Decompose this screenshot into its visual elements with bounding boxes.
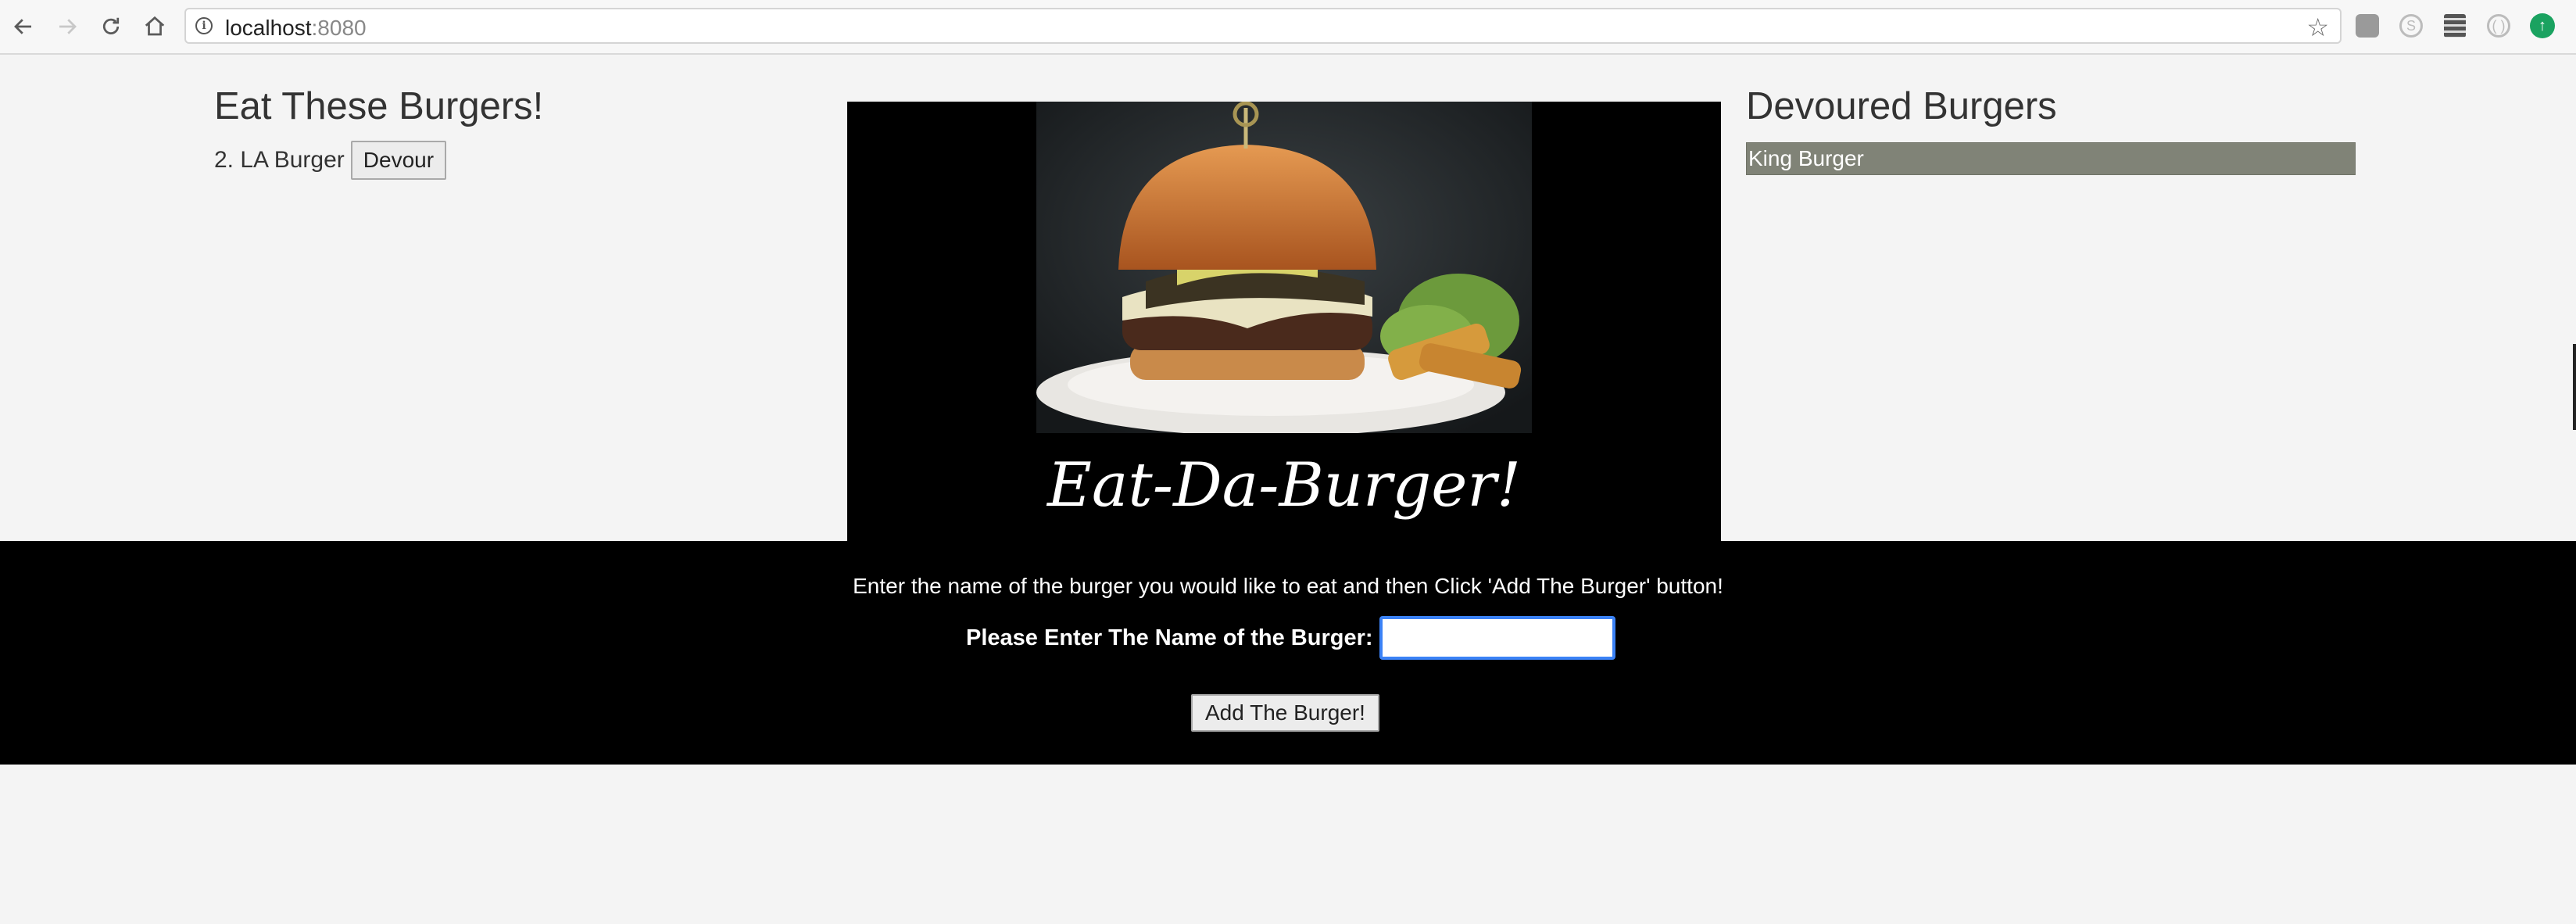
home-icon	[145, 16, 165, 36]
add-burger-form: Enter the name of the burger you would l…	[0, 541, 2576, 765]
burger-name-input[interactable]	[1379, 616, 1615, 660]
devoured-list-item: King Burger	[1746, 142, 2356, 175]
arrow-left-icon	[14, 19, 31, 34]
add-burger-button[interactable]: Add The Burger!	[1191, 694, 1379, 732]
address-bar[interactable]: i localhost:8080 ☆	[184, 8, 2342, 44]
eat-burgers-column: Eat These Burgers! 2. LA Burger Devour	[214, 83, 761, 180]
back-button[interactable]	[8, 11, 39, 42]
burger-name-label: Please Enter The Name of the Burger:	[966, 625, 1373, 650]
browser-toolbar: i localhost:8080 ☆ S ( ) ↑	[0, 0, 2576, 55]
extension-icon[interactable]	[2354, 13, 2381, 39]
url-port: :8080	[311, 16, 367, 40]
form-instructions: Enter the name of the burger you would l…	[853, 574, 1723, 598]
info-icon[interactable]: i	[195, 17, 213, 34]
extension-circle-icon[interactable]: ( )	[2485, 13, 2512, 39]
forward-button[interactable]	[52, 11, 83, 42]
skype-icon[interactable]: S	[2398, 13, 2424, 39]
url-host: localhost	[225, 16, 312, 40]
burger-photo	[1036, 102, 1532, 433]
reload-button[interactable]	[95, 11, 127, 42]
eat-burgers-heading: Eat These Burgers!	[214, 85, 544, 127]
list-item: 2. LA Burger Devour	[214, 141, 761, 180]
film-icon[interactable]	[2442, 13, 2468, 39]
reload-icon	[102, 17, 120, 34]
devoured-column: Devoured Burgers King Burger	[1746, 83, 2356, 175]
form-row: Please Enter The Name of the Burger:	[966, 616, 1615, 660]
update-icon[interactable]: ↑	[2529, 13, 2556, 39]
home-button[interactable]	[139, 11, 170, 42]
hero-banner: Eat-Da-Burger!	[847, 102, 1721, 541]
devour-button[interactable]: Devour	[350, 141, 447, 180]
devoured-heading: Devoured Burgers	[1746, 85, 2057, 127]
burger-name: 2. LA Burger	[214, 147, 345, 173]
arrow-right-icon	[59, 19, 77, 34]
url-text: localhost:8080	[225, 16, 367, 41]
star-icon[interactable]: ☆	[2306, 13, 2329, 42]
hero-title: Eat-Da-Burger!	[1046, 450, 1522, 521]
scrollbar[interactable]	[2573, 344, 2576, 430]
